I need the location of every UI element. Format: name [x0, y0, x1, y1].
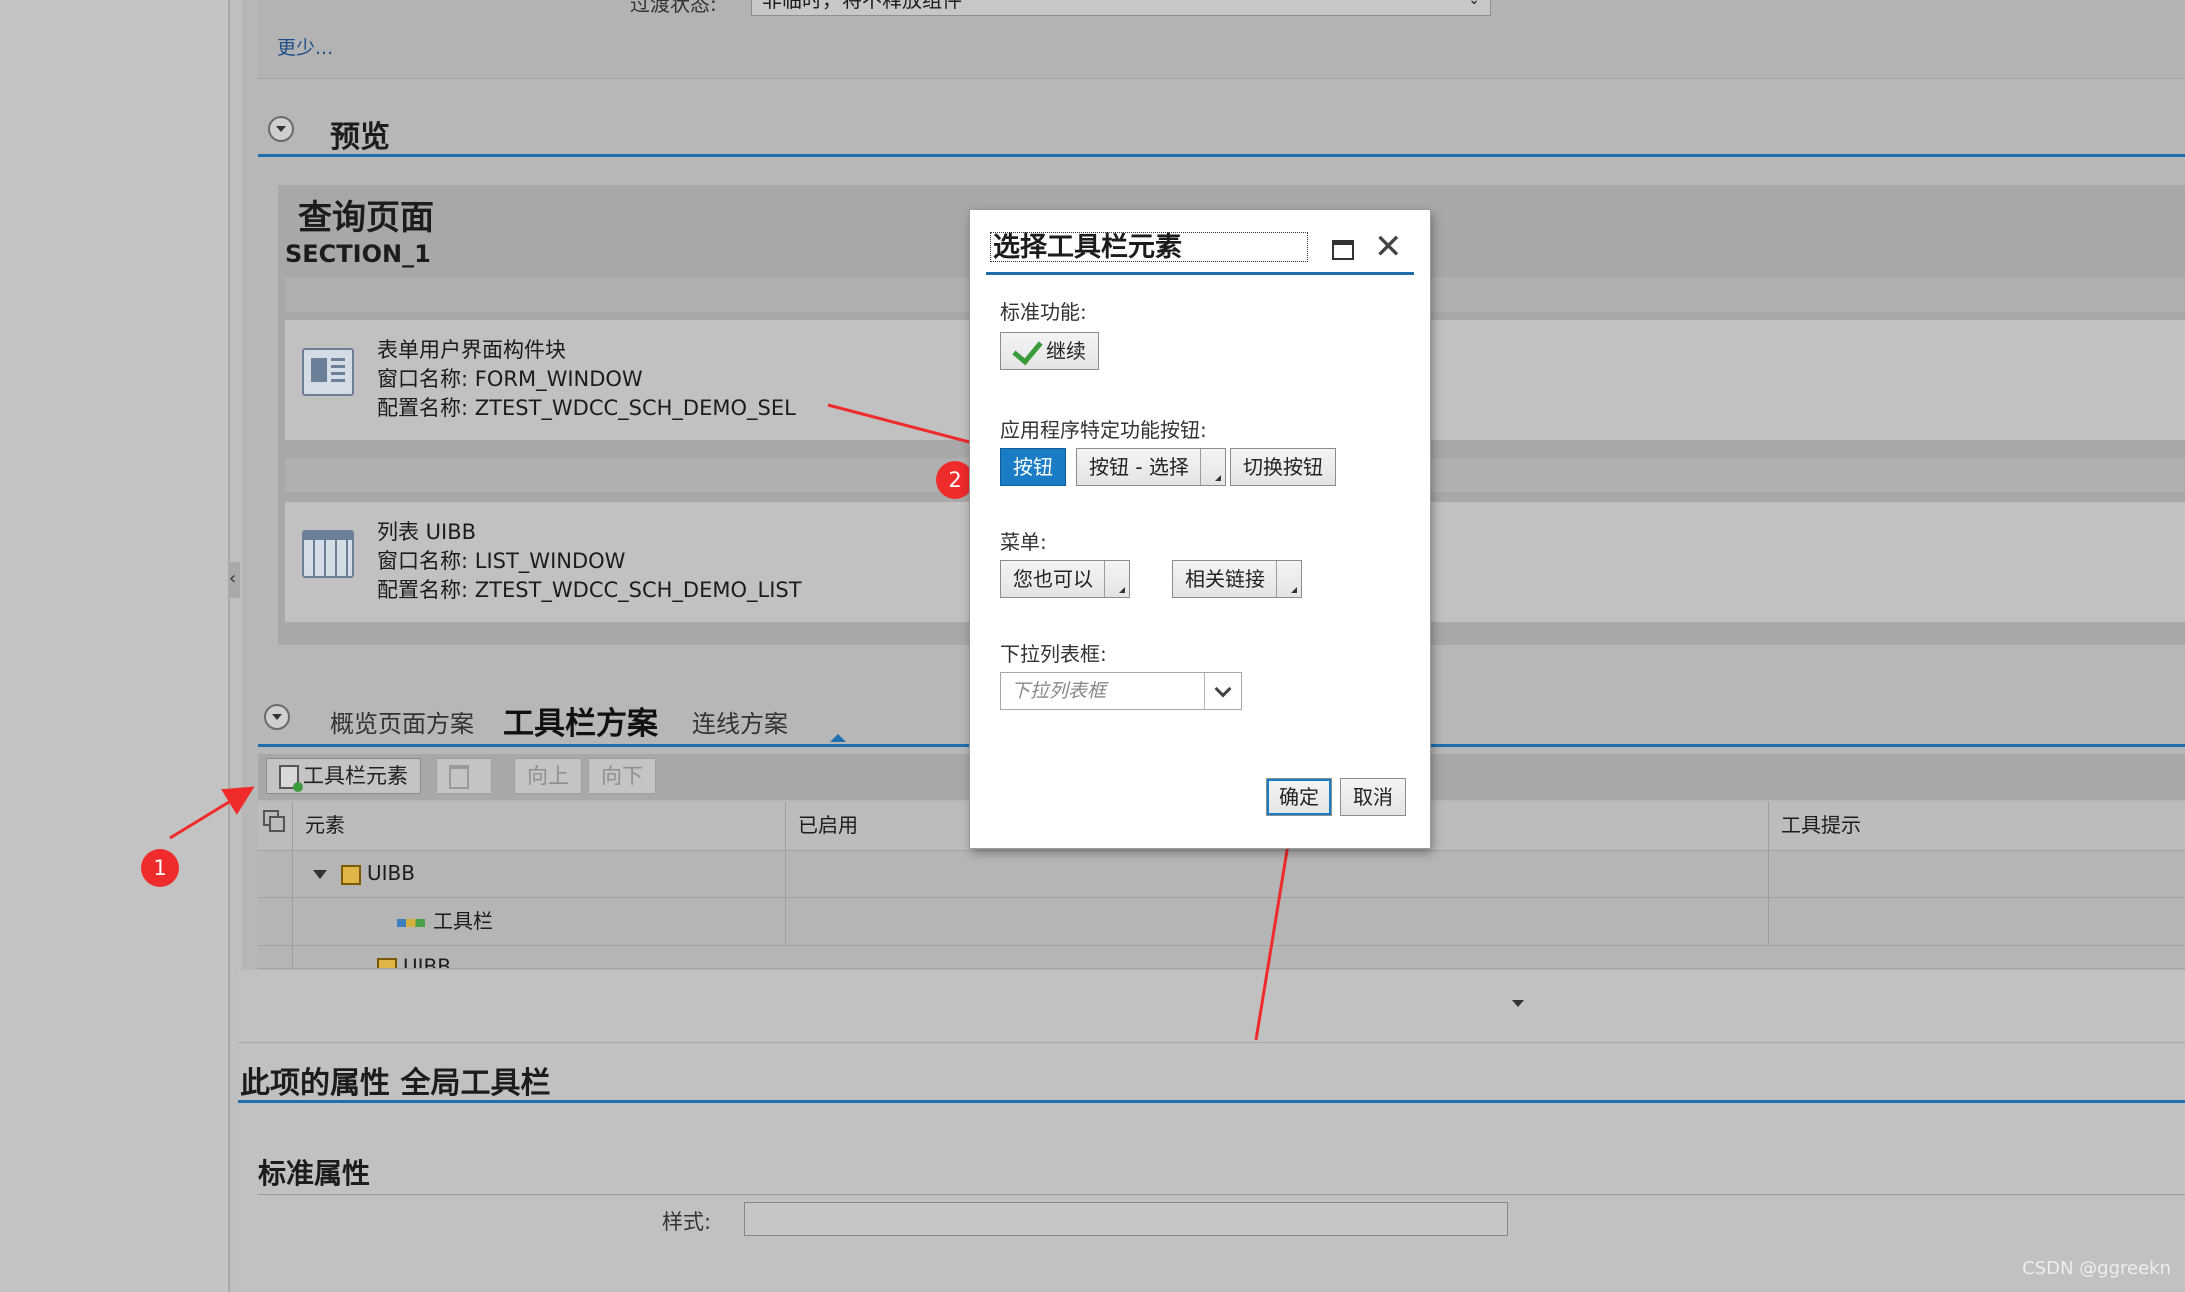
button-choice-label: 按钮 - 选择: [1089, 455, 1189, 479]
arrow-3: [1254, 817, 1303, 1041]
app-specific-buttons-label: 应用程序特定功能按钮:: [1000, 418, 1207, 442]
select-toolbar-element-dialog: 选择工具栏元素 ✕ 标准功能: 继续 应用程序特定功能按钮: 按钮 按钮 - 选…: [970, 210, 1430, 848]
continue-button[interactable]: 继续: [1000, 332, 1099, 370]
button-option[interactable]: 按钮: [1000, 448, 1066, 486]
dropdown-listbox-option[interactable]: 下拉列表框: [1000, 672, 1242, 710]
annotation-badge-2: 2: [936, 461, 974, 499]
you-can-also-label: 您也可以: [1013, 567, 1093, 591]
standard-functions-label: 标准功能:: [1000, 300, 1087, 324]
toggle-button-option[interactable]: 切换按钮: [1230, 448, 1336, 486]
close-icon[interactable]: ✕: [1374, 230, 1403, 264]
button-choice-option[interactable]: 按钮 - 选择: [1076, 448, 1226, 486]
continue-label: 继续: [1046, 339, 1086, 363]
annotation-badge-1: 1: [141, 849, 179, 887]
dropdown-listbox-label: 下拉列表框:: [1000, 642, 1107, 666]
related-links-menu-option[interactable]: 相关链接: [1172, 560, 1302, 598]
cancel-button[interactable]: 取消: [1340, 778, 1406, 816]
chevron-down-icon[interactable]: [1204, 673, 1241, 709]
dropdown-placeholder: 下拉列表框: [1011, 680, 1107, 702]
ok-button[interactable]: 确定: [1266, 778, 1332, 816]
menu-label: 菜单:: [1000, 530, 1047, 554]
divider: [986, 272, 1414, 275]
checkmark-icon: [1012, 333, 1043, 366]
dropdown-arrow-icon[interactable]: [1276, 561, 1301, 597]
you-can-also-menu-option[interactable]: 您也可以: [1000, 560, 1130, 598]
related-links-label: 相关链接: [1185, 567, 1265, 591]
arrow-1: [169, 786, 255, 840]
dropdown-arrow-icon[interactable]: [1199, 449, 1225, 485]
maximize-icon[interactable]: [1332, 240, 1354, 260]
dialog-title: 选择工具栏元素: [990, 232, 1308, 263]
dropdown-arrow-icon[interactable]: [1104, 561, 1129, 597]
